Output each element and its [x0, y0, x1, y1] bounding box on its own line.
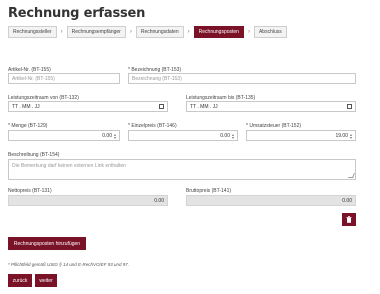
resize-handle-icon[interactable] — [348, 173, 355, 178]
gross-price-field: 0.00 — [186, 195, 356, 206]
vat-stepper[interactable]: 19.00 ▴ ▾ — [246, 130, 356, 141]
step-separator-icon: › — [129, 29, 132, 35]
description-placeholder: Die Bemerkung darf keinen externen Link … — [12, 163, 126, 169]
period-from-value: TT . MM . JJ — [12, 103, 40, 110]
period-to-input[interactable]: TT . MM . JJ — [186, 101, 356, 112]
step-separator-icon: › — [60, 29, 63, 35]
article-no-input[interactable]: Artikel-Nr. (BT-155) — [8, 73, 120, 84]
unit-price-value: 0.00 — [220, 132, 230, 139]
quantity-stepper[interactable]: 0.00 ▴ ▾ — [8, 130, 120, 141]
period-to-value: TT . MM . JJ — [190, 103, 218, 110]
step-rechnungsposten[interactable]: Rechnungsposten — [193, 26, 244, 38]
net-price-label: Nettopreis (BT-131) — [8, 188, 52, 194]
mandatory-note: * Pflichtfeld gemäß UStG § 14 und E-Rech… — [8, 262, 129, 267]
step-rechnungsdaten[interactable]: Rechnungsdaten — [135, 26, 184, 38]
stepper-arrows-icon[interactable]: ▴ ▾ — [232, 132, 234, 139]
designation-input[interactable]: Bezeichnung (BT-153) — [128, 73, 356, 84]
vat-value: 19.00 — [335, 132, 348, 139]
step-separator-icon: › — [187, 29, 190, 35]
vat-label: * Umsatzsteuer (BT-152) — [246, 123, 302, 129]
quantity-label: * Menge (BT-129) — [8, 123, 48, 129]
quantity-value: 0.00 — [102, 132, 112, 139]
step-abschluss[interactable]: Abschluss — [253, 26, 287, 38]
period-from-input[interactable]: TT . MM . JJ — [8, 101, 168, 112]
article-no-placeholder: Artikel-Nr. (BT-155) — [12, 75, 55, 82]
wizard-steps: Rechnungssteller › Rechnungsempfänger › … — [8, 26, 287, 38]
gross-price-value: 0.00 — [342, 197, 352, 204]
back-button[interactable]: zurück — [8, 274, 32, 287]
stepper-arrows-icon[interactable]: ▴ ▾ — [350, 132, 352, 139]
page-title: Rechnung erfassen — [8, 6, 146, 21]
designation-placeholder: Bezeichnung (BT-153) — [132, 75, 182, 82]
step-rechnungsempfaenger[interactable]: Rechnungsempfänger — [66, 26, 126, 38]
add-item-button[interactable]: Rechnungsposten hinzufügen — [8, 237, 86, 250]
net-price-value: 0.00 — [154, 197, 164, 204]
description-textarea[interactable]: Die Bemerkung darf keinen externen Link … — [8, 159, 356, 180]
step-rechnungssteller[interactable]: Rechnungssteller — [8, 26, 57, 38]
step-separator-icon: › — [247, 29, 250, 35]
delete-item-button[interactable] — [342, 213, 356, 226]
calendar-icon[interactable] — [159, 104, 164, 109]
gross-price-label: Bruttopreis (BT-141) — [186, 188, 232, 194]
stepper-arrows-icon[interactable]: ▴ ▾ — [114, 132, 116, 139]
net-price-field: 0.00 — [8, 195, 168, 206]
description-label: Beschreibung (BT-154) — [8, 152, 60, 158]
next-button[interactable]: weiter — [35, 274, 57, 287]
unit-price-stepper[interactable]: 0.00 ▴ ▾ — [128, 130, 238, 141]
unit-price-label: * Einzelpreis (BT-146) — [128, 123, 177, 129]
trash-icon — [346, 216, 352, 223]
calendar-icon[interactable] — [347, 104, 352, 109]
